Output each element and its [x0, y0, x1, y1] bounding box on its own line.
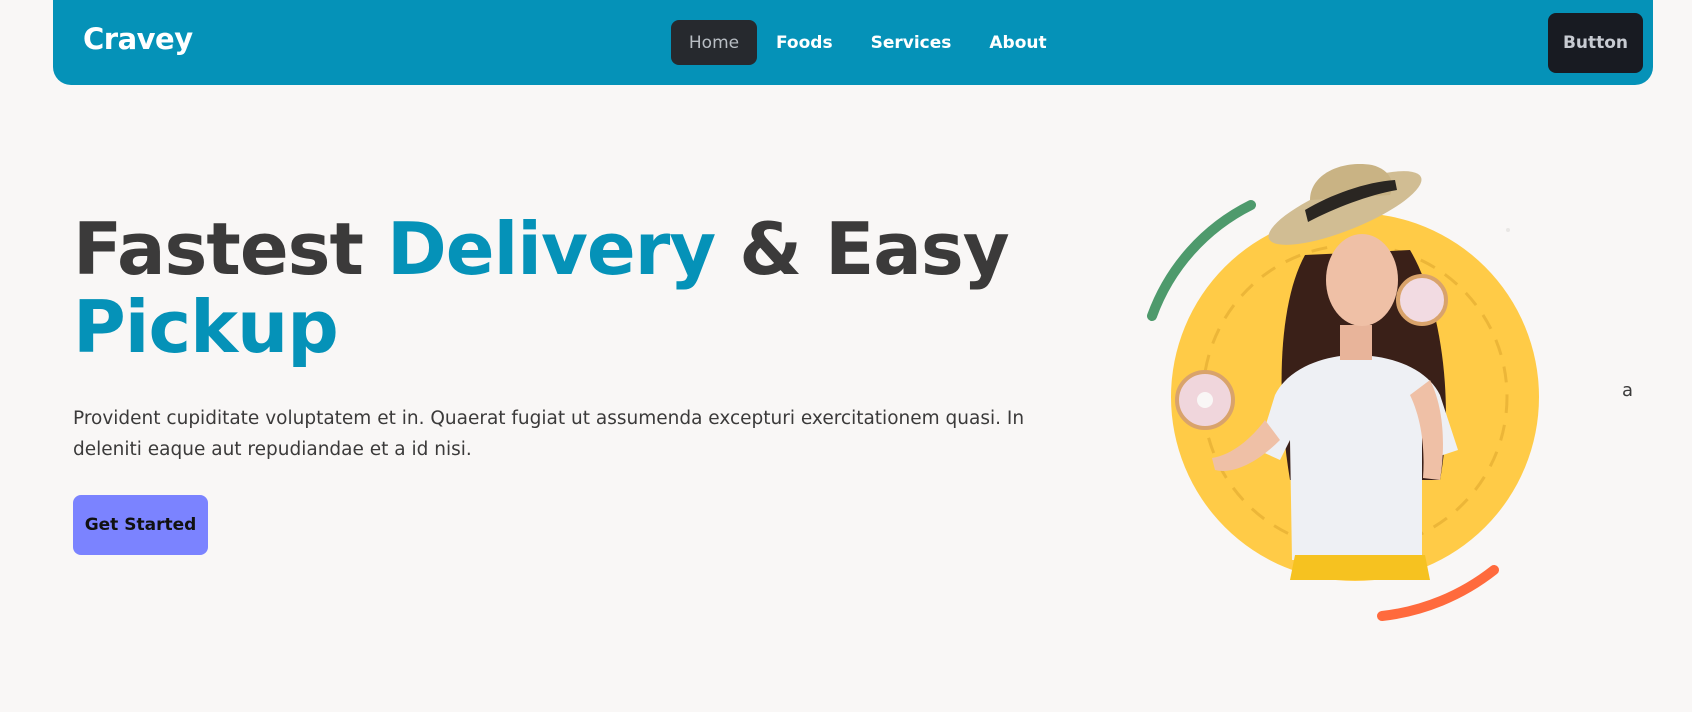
hero-title-part2: & Easy [715, 207, 1009, 291]
navbar: Cravey Home Foods Services About Button [53, 0, 1653, 85]
nav-button[interactable]: Button [1548, 13, 1643, 73]
hero-title-accent-delivery: Delivery [387, 207, 716, 291]
nav-link-foods[interactable]: Foods [757, 20, 852, 65]
donut-left-hole [1197, 392, 1213, 408]
sparkle-dot [1506, 228, 1510, 232]
nav-link-about[interactable]: About [970, 20, 1065, 65]
stray-text: a [1622, 380, 1634, 401]
hero-illustration [1147, 164, 1539, 621]
get-started-button[interactable]: Get Started [73, 495, 208, 555]
person-neck [1340, 325, 1372, 360]
donut-right [1396, 274, 1448, 326]
hero-description: Provident cupiditate voluptatem et in. Q… [73, 408, 1025, 460]
person-face [1326, 234, 1398, 326]
hero-title-part1: Fastest [73, 207, 387, 291]
nav-link-services[interactable]: Services [852, 20, 971, 65]
hero-title: Fastest Delivery & Easy Pickup [73, 210, 1073, 366]
hero-title-accent-pickup: Pickup [73, 285, 339, 369]
person-pants [1290, 555, 1430, 580]
nav-link-home[interactable]: Home [671, 20, 757, 65]
brand-logo[interactable]: Cravey [83, 22, 193, 56]
nav-links: Home Foods Services About [671, 20, 1066, 65]
